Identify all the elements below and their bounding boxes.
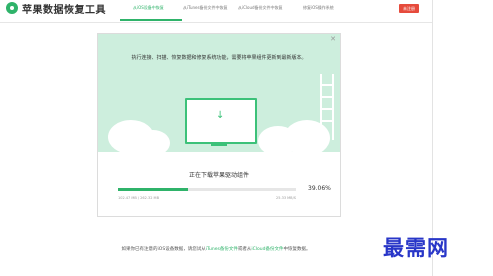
footer-hint: 如果你已有注意的iOS设备数据，请您试从iTunes备份文件或者从iCloud备…: [0, 246, 432, 252]
tab-ios-device[interactable]: 从iOS设备中恢复: [133, 5, 164, 11]
update-message: 执行连接、扫描、恢复数据和修复系统功能，需要将苹果组件更新到最新版本。: [131, 55, 307, 61]
ladder-rung: [320, 84, 333, 86]
monitor-stand: [211, 142, 227, 146]
illustration-area: 执行连接、扫描、恢复数据和修复系统功能，需要将苹果组件更新到最新版本。 ↓: [98, 34, 340, 152]
download-size: 102.47 MB / 262.32 MB: [118, 196, 159, 200]
download-progress-bar: [118, 188, 296, 191]
tab-icloud-backup[interactable]: 从iCloud备份文件中恢复: [238, 5, 283, 11]
footer-prefix: 如果你已有注意的iOS设备数据，请您试从: [121, 247, 206, 252]
tab-itunes-backup[interactable]: 从iTunes备份文件中恢复: [183, 5, 228, 11]
download-speed: 25.33 MB/S: [276, 196, 296, 200]
download-status: 正在下载苹果驱动组件: [188, 172, 249, 179]
icloud-backup-link[interactable]: iCloud备份文件: [251, 247, 283, 252]
ladder-rung: [320, 120, 333, 122]
close-icon[interactable]: ✕: [330, 35, 336, 43]
download-progress-fill: [118, 188, 188, 191]
ladder-rung: [320, 108, 333, 110]
watermark-logo: 最需网: [383, 235, 449, 260]
app-title: 苹果数据恢复工具: [22, 5, 106, 16]
cloud-shape: [136, 130, 170, 152]
cloud-shape: [284, 120, 330, 152]
monitor-icon: ↓: [185, 98, 257, 144]
active-tab-indicator: [120, 19, 182, 21]
footer-suffix: 中恢复数据。: [283, 247, 311, 252]
top-bar: 苹果数据恢复工具 从iOS设备中恢复 从iTunes备份文件中恢复 从iClou…: [0, 0, 432, 23]
register-button[interactable]: 未注册: [399, 4, 419, 13]
download-arrow-icon: ↓: [216, 110, 225, 121]
ladder-rung: [320, 96, 333, 98]
app-logo-icon: [6, 2, 18, 14]
app-window: 苹果数据恢复工具 从iOS设备中恢复 从iTunes备份文件中恢复 从iClou…: [0, 0, 433, 276]
footer-middle: 或者从: [237, 247, 252, 252]
update-dialog: 执行连接、扫描、恢复数据和修复系统功能，需要将苹果组件更新到最新版本。 ↓ ✕ …: [97, 33, 341, 217]
tab-repair-ios[interactable]: 修复iOS操作系统: [303, 5, 334, 11]
progress-percent: 39.06%: [308, 185, 331, 192]
itunes-backup-link[interactable]: iTunes备份文件: [206, 247, 238, 252]
